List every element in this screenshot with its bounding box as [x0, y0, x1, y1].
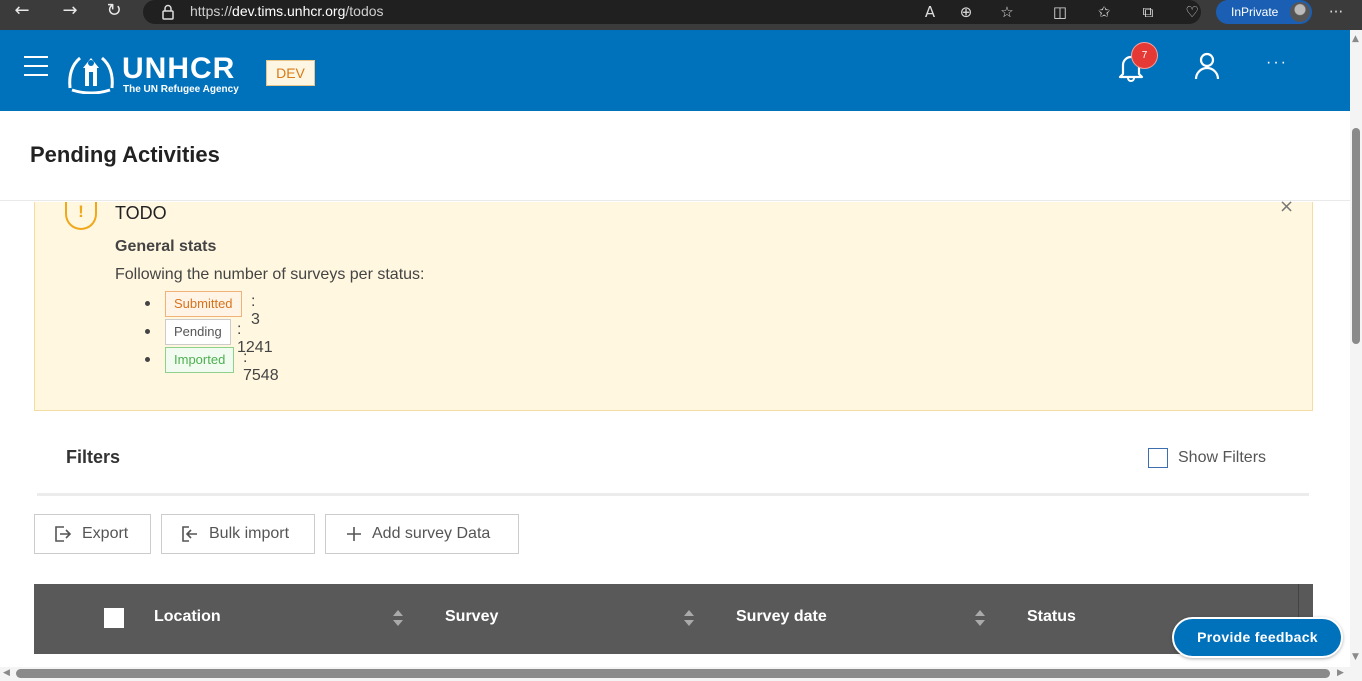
export-icon: [55, 526, 72, 542]
export-button[interactable]: Export: [34, 514, 151, 554]
warning-icon: !: [65, 202, 97, 230]
favorite-star-icon[interactable]: ☆: [995, 2, 1019, 22]
bullet: [145, 357, 150, 362]
show-filters-checkbox[interactable]: [1148, 448, 1168, 468]
profile-avatar: [1290, 2, 1310, 22]
stat-count: : 7548: [243, 349, 279, 384]
sort-icon[interactable]: [683, 609, 695, 627]
back-icon[interactable]: ←: [4, 0, 40, 24]
hamburger-menu-icon[interactable]: [24, 56, 48, 76]
alert-description: Following the number of surveys per stat…: [115, 266, 425, 283]
page-title: Pending Activities: [30, 142, 220, 167]
unhcr-logo[interactable]: UNHCR The UN Refugee Agency: [66, 50, 246, 100]
unhcr-emblem-icon: [68, 56, 114, 94]
horizontal-scrollbar[interactable]: ◀ ▶: [0, 667, 1362, 681]
provide-feedback-button[interactable]: Provide feedback: [1172, 617, 1343, 658]
show-filters-toggle[interactable]: Show Filters: [1148, 448, 1288, 470]
column-header-location[interactable]: Location: [154, 608, 221, 626]
table-header-row: Location Survey Survey date Status: [34, 584, 1313, 654]
logo-tagline: The UN Refugee Agency: [123, 84, 239, 95]
vertical-scrollbar[interactable]: ▲ ▼: [1350, 30, 1362, 667]
scroll-down-icon[interactable]: ▼: [1352, 652, 1359, 662]
column-header-survey[interactable]: Survey: [445, 608, 498, 626]
import-icon: [182, 526, 197, 542]
zoom-icon[interactable]: ⊕: [954, 2, 978, 22]
scroll-up-icon[interactable]: ▲: [1352, 34, 1359, 44]
add-survey-data-button[interactable]: Add survey Data: [325, 514, 519, 554]
filters-panel: Filters Show Filters: [37, 420, 1309, 496]
vertical-scroll-thumb[interactable]: [1352, 128, 1360, 344]
lock-icon: [162, 4, 174, 20]
split-screen-icon[interactable]: ◫: [1048, 2, 1072, 22]
browser-menu-icon[interactable]: ···: [1324, 2, 1348, 22]
app-header: UNHCR The UN Refugee Agency DEV 7 ···: [0, 30, 1350, 111]
column-header-status[interactable]: Status: [1027, 608, 1076, 626]
sort-icon[interactable]: [392, 609, 404, 627]
health-icon[interactable]: ♡: [1180, 2, 1204, 22]
url-text: https://dev.tims.unhcr.org/todos: [190, 3, 384, 19]
select-all-checkbox[interactable]: [104, 608, 124, 628]
logo-wordmark: UNHCR: [122, 52, 236, 85]
plus-icon: [347, 527, 361, 541]
forward-icon[interactable]: →: [52, 0, 88, 24]
bullet: [145, 301, 150, 306]
todo-alert: ! TODO × General stats Following the num…: [34, 196, 1313, 411]
user-icon[interactable]: [1193, 52, 1221, 80]
column-header-survey-date[interactable]: Survey date: [736, 608, 827, 626]
scroll-right-icon[interactable]: ▶: [1337, 668, 1344, 678]
environment-badge: DEV: [266, 60, 315, 86]
sort-icon[interactable]: [974, 609, 986, 627]
bulk-import-button[interactable]: Bulk import: [161, 514, 315, 554]
more-options-icon[interactable]: ···: [1266, 54, 1288, 72]
collections-icon[interactable]: ⧉: [1136, 2, 1160, 22]
inprivate-badge[interactable]: InPrivate: [1216, 0, 1312, 24]
refresh-icon[interactable]: ↻: [96, 0, 132, 24]
bullet: [145, 329, 150, 334]
close-icon[interactable]: ×: [1279, 196, 1294, 217]
status-tag-submitted: Submitted: [165, 291, 242, 317]
inprivate-label: InPrivate: [1231, 5, 1279, 19]
horizontal-scroll-thumb[interactable]: [16, 669, 1330, 678]
export-label: Export: [82, 525, 129, 542]
read-aloud-icon[interactable]: A: [918, 2, 942, 22]
address-bar[interactable]: https://dev.tims.unhcr.org/todos A ⊕ ☆: [143, 0, 1201, 24]
show-filters-label: Show Filters: [1178, 449, 1267, 466]
page-title-bar: Pending Activities: [0, 111, 1350, 201]
bulk-import-label: Bulk import: [209, 525, 290, 542]
status-tag-pending: Pending: [165, 319, 231, 345]
favorites-icon[interactable]: ✩: [1092, 2, 1116, 22]
filters-title: Filters: [66, 447, 121, 467]
browser-toolbar: ← → ↻ https://dev.tims.unhcr.org/todos A…: [0, 0, 1362, 30]
status-tag-imported: Imported: [165, 347, 235, 373]
scroll-left-icon[interactable]: ◀: [3, 668, 10, 678]
alert-heading: General stats: [115, 238, 217, 255]
add-survey-data-label: Add survey Data: [372, 525, 491, 542]
notification-count-badge: 7: [1131, 42, 1158, 69]
alert-title: TODO: [115, 203, 167, 223]
